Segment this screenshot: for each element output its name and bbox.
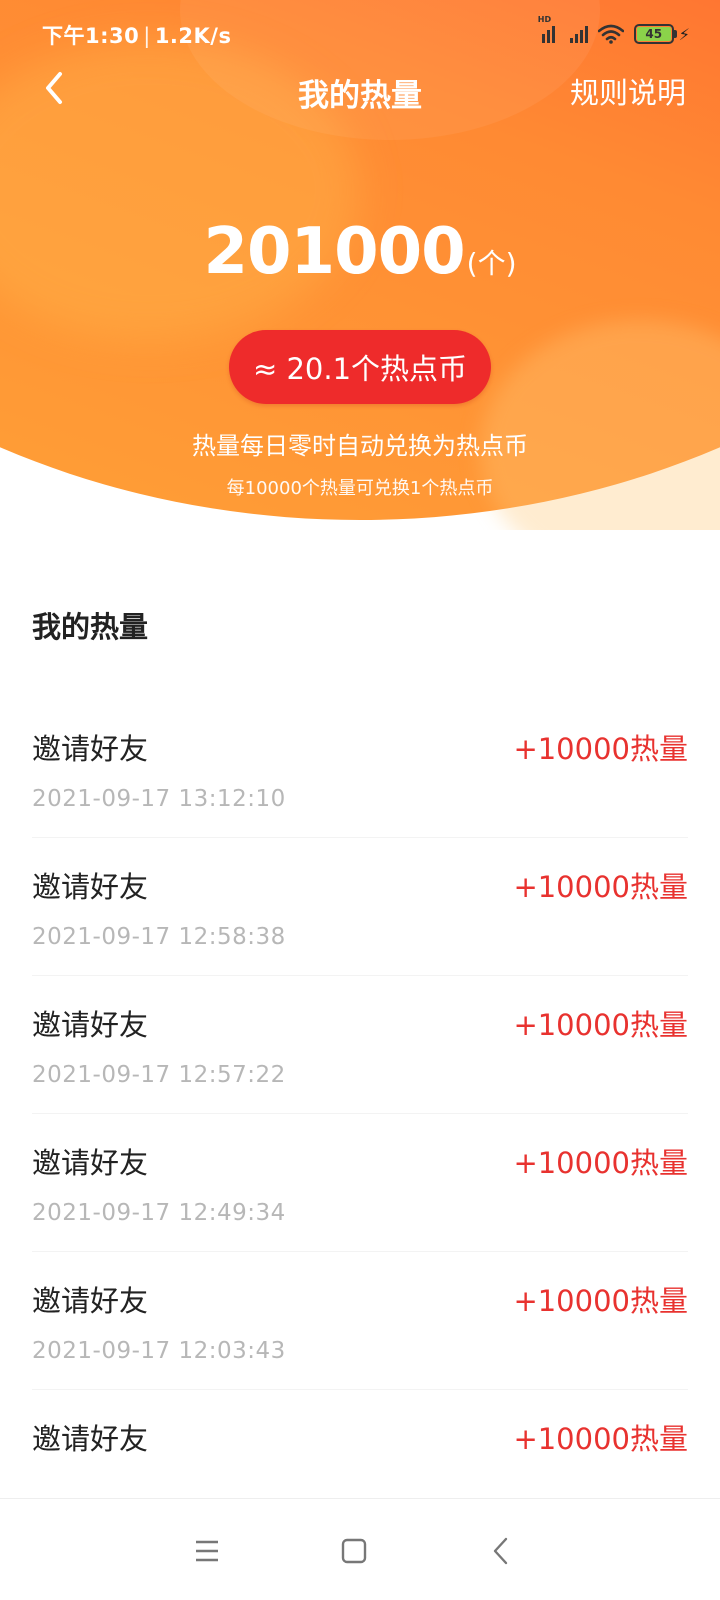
- record-title: 邀请好友: [32, 1422, 149, 1456]
- battery-level: 45: [636, 27, 671, 41]
- record-time: 2021-09-17 12:49:34: [32, 1200, 286, 1226]
- list-item: 邀请好友 +10000热量 2021-09-17 12:58:38: [0, 838, 720, 976]
- charging-icon: ⚡: [678, 24, 690, 44]
- menu-icon[interactable]: [183, 1527, 231, 1575]
- rules-button[interactable]: 规则说明: [570, 70, 686, 112]
- system-navigation-bar: [0, 1498, 720, 1600]
- battery-icon: 45 ⚡: [633, 24, 690, 44]
- record-time: 2021-09-17 12:57:22: [32, 1062, 286, 1088]
- record-amount: +10000热量: [513, 1146, 688, 1180]
- header-banner: 下午1:30 | 1.2K/s HD 45 ⚡ 我的热量 规则说明 201000…: [0, 0, 720, 530]
- record-title: 邀请好友: [32, 732, 149, 766]
- status-left: 下午1:30 | 1.2K/s: [42, 20, 231, 50]
- heat-amount-value: 201000: [203, 215, 465, 289]
- record-title: 邀请好友: [32, 1008, 149, 1042]
- record-amount: +10000热量: [513, 1008, 688, 1042]
- heat-amount: 201000(个): [0, 215, 720, 289]
- status-time: 下午1:30: [42, 24, 140, 48]
- wifi-icon: [597, 24, 624, 44]
- status-bar: 下午1:30 | 1.2K/s HD 45 ⚡: [0, 0, 720, 64]
- list-item: 邀请好友 +10000热量 2021-09-17 12:57:22: [0, 976, 720, 1114]
- record-time: 2021-09-17 13:12:10: [32, 786, 286, 812]
- heat-amount-unit: (个): [466, 247, 517, 280]
- record-amount: +10000热量: [513, 1422, 688, 1456]
- status-separator: |: [143, 24, 151, 48]
- back-icon[interactable]: [478, 1527, 526, 1575]
- coin-equivalent-badge: ≈ 20.1个热点币: [229, 330, 491, 404]
- status-speed: 1.2K/s: [154, 24, 232, 48]
- record-amount: +10000热量: [513, 1284, 688, 1318]
- record-time: 2021-09-17 12:03:43: [32, 1338, 286, 1364]
- record-title: 邀请好友: [32, 870, 149, 904]
- signal-icon: HD: [538, 15, 560, 43]
- record-title: 邀请好友: [32, 1146, 149, 1180]
- record-time: 2021-09-17 12:58:38: [32, 924, 286, 950]
- exchange-rate-info: 每10000个热量可兑换1个热点币: [226, 478, 494, 499]
- record-amount: +10000热量: [513, 870, 688, 904]
- exchange-info: 热量每日零时自动兑换为热点币: [192, 432, 528, 460]
- back-arrow-icon[interactable]: [34, 64, 78, 108]
- section-title: 我的热量: [32, 610, 149, 644]
- list-item: 邀请好友 +10000热量 2021-09-17 12:49:34: [0, 1114, 720, 1252]
- record-amount: +10000热量: [513, 732, 688, 766]
- heat-records-list: 邀请好友 +10000热量 2021-09-17 13:12:10 邀请好友 +…: [0, 700, 720, 1528]
- record-title: 邀请好友: [32, 1284, 149, 1318]
- home-icon[interactable]: [330, 1527, 378, 1575]
- list-item: 邀请好友 +10000热量 2021-09-17 12:03:43: [0, 1252, 720, 1390]
- nav-bar: 我的热量 规则说明: [0, 60, 720, 120]
- status-icons: HD 45 ⚡: [538, 15, 690, 48]
- signal-icon: [569, 25, 588, 43]
- hd-badge: HD: [537, 15, 552, 24]
- list-item: 邀请好友 +10000热量 2021-09-17 13:12:10: [0, 700, 720, 838]
